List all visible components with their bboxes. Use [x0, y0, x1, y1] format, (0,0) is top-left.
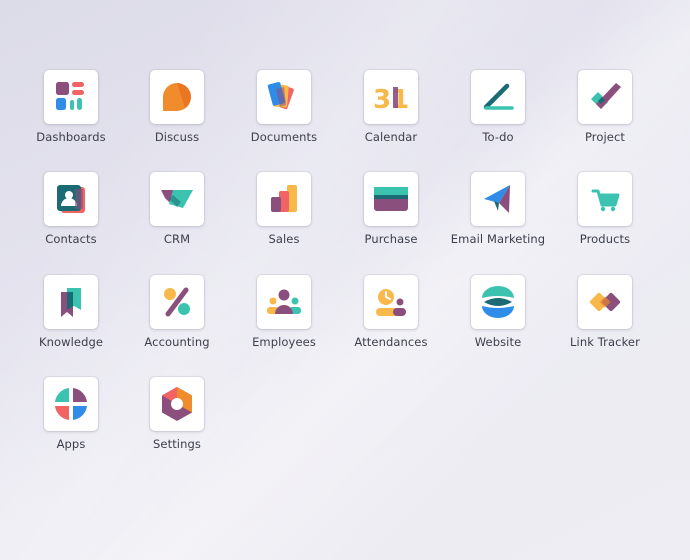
app-tile[interactable] — [578, 275, 632, 329]
accounting-icon — [164, 287, 190, 317]
documents-icon — [267, 82, 294, 110]
dashboards-icon — [56, 82, 84, 110]
app-tile[interactable] — [471, 275, 525, 329]
app-tile[interactable] — [150, 70, 204, 124]
employees-icon — [267, 289, 301, 314]
app-attendances[interactable]: Attendances — [338, 275, 444, 375]
app-label: Email Marketing — [450, 232, 546, 246]
app-label: CRM — [163, 232, 191, 246]
app-tile[interactable] — [44, 377, 98, 431]
app-label: Apps — [56, 437, 86, 451]
app-knowledge[interactable]: Knowledge — [18, 275, 124, 375]
app-documents[interactable]: Documents — [231, 70, 337, 170]
app-tile[interactable] — [150, 377, 204, 431]
attendances-icon — [376, 289, 406, 316]
app-purchase[interactable]: Purchase — [338, 172, 444, 272]
website-icon — [482, 286, 514, 318]
app-label: To-do — [482, 130, 514, 144]
calendar-day-number: 31 — [373, 85, 409, 115]
app-label: Website — [474, 335, 522, 349]
app-label: Attendances — [354, 335, 428, 349]
project-icon — [591, 83, 621, 109]
app-label: Contacts — [45, 232, 97, 246]
app-label: Purchase — [364, 232, 418, 246]
app-employees[interactable]: Employees — [231, 275, 337, 375]
app-sales[interactable]: Sales — [231, 172, 337, 272]
app-tile[interactable] — [257, 70, 311, 124]
app-label: Calendar — [364, 130, 418, 144]
app-email-marketing[interactable]: Email Marketing — [445, 172, 551, 272]
sales-icon — [271, 185, 297, 212]
discuss-icon — [163, 83, 191, 111]
app-tile[interactable] — [364, 275, 418, 329]
app-tile[interactable] — [44, 70, 98, 124]
apps-icon — [55, 388, 87, 420]
app-tile[interactable]: 31 — [364, 70, 418, 124]
app-todo[interactable]: To-do — [445, 70, 551, 170]
app-discuss[interactable]: Discuss — [124, 70, 230, 170]
app-tile[interactable] — [150, 275, 204, 329]
app-label: Sales — [268, 232, 300, 246]
app-dashboards[interactable]: Dashboards — [18, 70, 124, 170]
app-label: Documents — [250, 130, 318, 144]
products-icon — [591, 189, 620, 212]
app-settings[interactable]: Settings — [124, 377, 230, 477]
settings-icon — [162, 387, 192, 421]
app-label: Discuss — [154, 130, 200, 144]
link-tracker-icon — [589, 292, 621, 312]
app-label: Link Tracker — [570, 335, 640, 349]
app-tile[interactable] — [578, 70, 632, 124]
app-tile[interactable] — [471, 70, 525, 124]
app-apps[interactable]: Apps — [18, 377, 124, 477]
app-label: Knowledge — [38, 335, 104, 349]
app-label: Dashboards — [36, 130, 106, 144]
app-tile[interactable] — [471, 172, 525, 226]
app-tile[interactable] — [578, 172, 632, 226]
todo-icon — [483, 83, 514, 110]
crm-icon — [161, 190, 193, 208]
knowledge-icon — [61, 288, 81, 317]
email-marketing-icon — [484, 185, 510, 213]
contacts-icon — [57, 185, 85, 213]
app-contacts[interactable]: Contacts — [18, 172, 124, 272]
app-grid: Dashboards Discuss Documents 31 Calendar… — [0, 0, 690, 560]
purchase-icon — [374, 187, 408, 211]
app-tile[interactable] — [44, 275, 98, 329]
app-label: Project — [584, 130, 626, 144]
app-label: Employees — [252, 335, 316, 349]
app-tile[interactable] — [150, 172, 204, 226]
app-tile[interactable] — [44, 172, 98, 226]
app-link-tracker[interactable]: Link Tracker — [552, 275, 658, 375]
calendar-icon: 31 — [373, 85, 409, 115]
app-label: Products — [579, 232, 631, 246]
app-tile[interactable] — [257, 275, 311, 329]
app-calendar[interactable]: 31 Calendar — [338, 70, 444, 170]
app-tile[interactable] — [364, 172, 418, 226]
app-products[interactable]: Products — [552, 172, 658, 272]
app-crm[interactable]: CRM — [124, 172, 230, 272]
app-label: Settings — [153, 437, 201, 451]
app-label: Accounting — [144, 335, 210, 349]
app-accounting[interactable]: Accounting — [124, 275, 230, 375]
app-tile[interactable] — [257, 172, 311, 226]
app-website[interactable]: Website — [445, 275, 551, 375]
app-project[interactable]: Project — [552, 70, 658, 170]
